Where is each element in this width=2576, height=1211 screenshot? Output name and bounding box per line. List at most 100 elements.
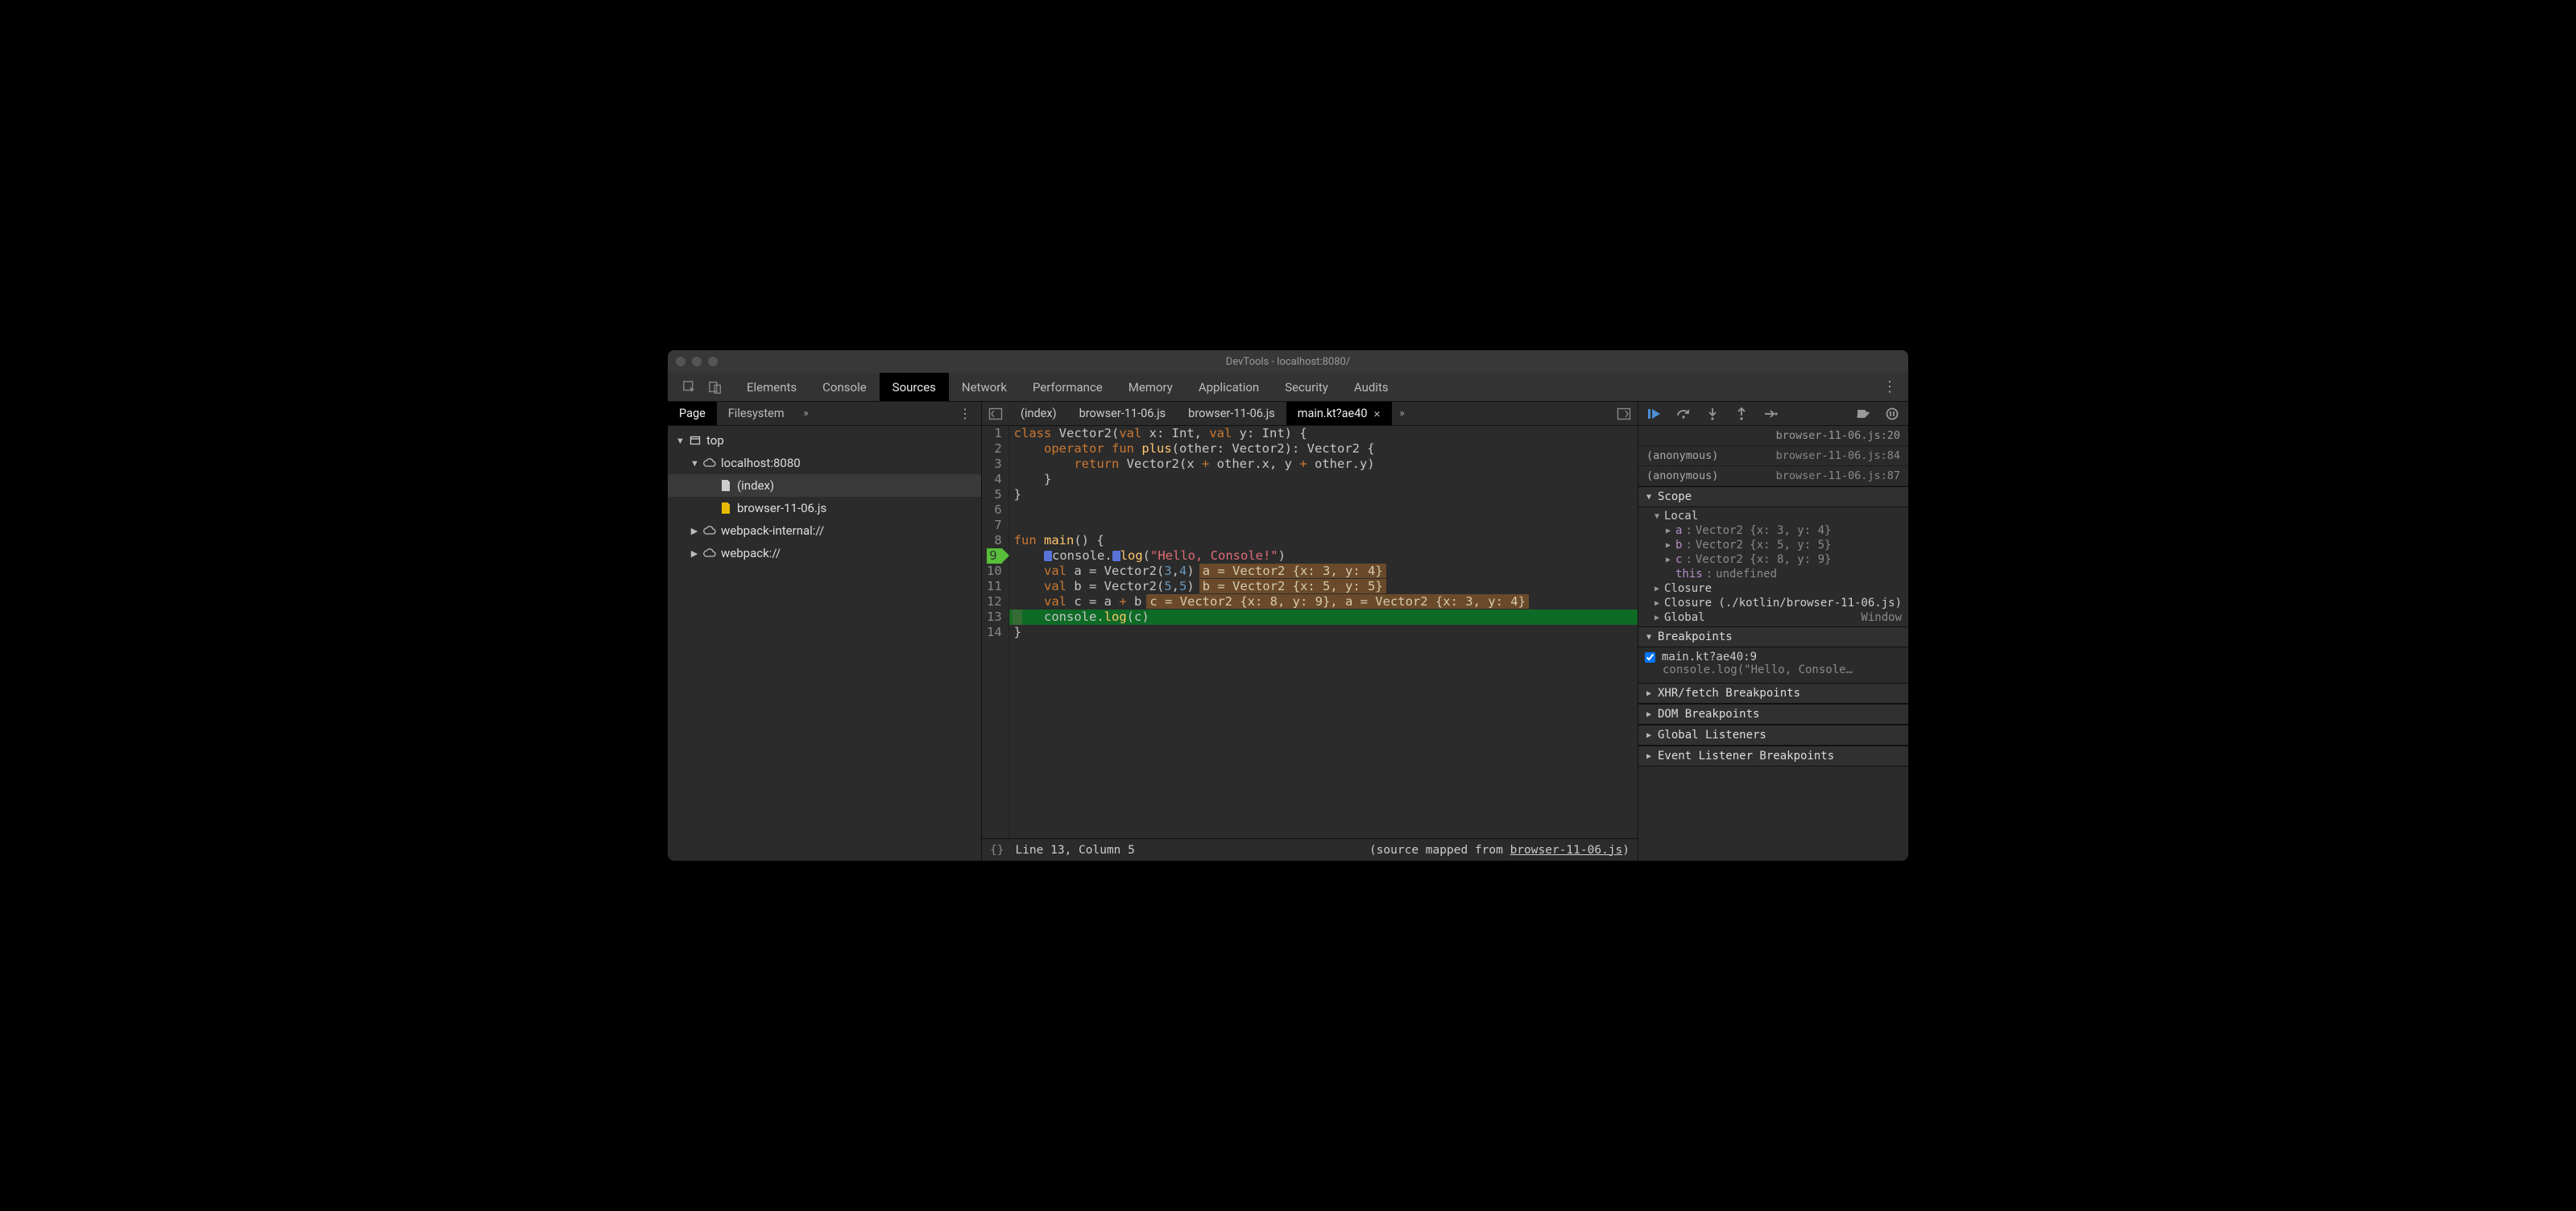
tab-application[interactable]: Application xyxy=(1186,373,1272,401)
tab-label: Sources xyxy=(892,380,936,395)
close-tab-icon[interactable]: × xyxy=(1374,407,1381,421)
scope-label: Local xyxy=(1664,510,1698,523)
tree-host[interactable]: localhost:8080 xyxy=(668,452,981,474)
global-listeners-header[interactable]: Global Listeners xyxy=(1638,725,1908,746)
scope-header[interactable]: Scope xyxy=(1638,486,1908,507)
scope-var[interactable]: c: Vector2 {x: 8, y: 9} xyxy=(1638,552,1908,567)
tab-console[interactable]: Console xyxy=(810,373,880,401)
line-number: 7 xyxy=(987,518,1002,533)
traffic-close[interactable] xyxy=(676,357,685,366)
stack-frame[interactable]: browser-11-06.js:20 xyxy=(1638,426,1908,446)
line-number: 1 xyxy=(987,426,1002,441)
navigator-menu-icon[interactable]: ⋮ xyxy=(949,402,981,425)
pause-on-exceptions-icon[interactable] xyxy=(1884,406,1900,422)
line-number-breakpoint[interactable]: 9 xyxy=(987,548,1002,564)
line-number: 14 xyxy=(987,625,1002,640)
tree-webpack-internal[interactable]: webpack-internal:// xyxy=(668,519,981,542)
code-body[interactable]: class Vector2(val x: Int, val y: Int) { … xyxy=(1009,426,1638,838)
line-number: 10 xyxy=(987,564,1002,579)
debugger-toolbar xyxy=(1638,402,1908,426)
caret-right-icon xyxy=(1664,527,1672,535)
tab-security[interactable]: Security xyxy=(1272,373,1341,401)
traffic-lights[interactable] xyxy=(676,357,718,366)
cloud-icon xyxy=(703,548,716,558)
caret-right-icon xyxy=(1653,585,1661,593)
device-toolbar-icon[interactable] xyxy=(708,380,723,395)
breakpoint-preview: console.log("Hello, Console… xyxy=(1645,663,1853,676)
tab-label: Memory xyxy=(1129,380,1173,395)
subtab-page[interactable]: Page xyxy=(668,402,717,425)
js-file-icon xyxy=(719,502,732,514)
scope-closure2[interactable]: Closure (./kotlin/browser-11-06.js) xyxy=(1638,596,1908,610)
caret-down-icon xyxy=(690,458,698,469)
step-into-icon[interactable] xyxy=(1704,406,1721,422)
breakpoint-item[interactable]: main.kt?ae40:9 xyxy=(1645,651,1902,663)
file-tab-main-kt[interactable]: main.kt?ae40 × xyxy=(1286,402,1392,425)
subtab-label: Page xyxy=(679,407,706,420)
more-subtabs-icon[interactable]: » xyxy=(796,402,817,425)
deactivate-breakpoints-icon[interactable] xyxy=(1855,406,1871,422)
breakpoint-checkbox[interactable] xyxy=(1645,652,1655,663)
tab-performance[interactable]: Performance xyxy=(1020,373,1116,401)
stack-frame[interactable]: (anonymous) browser-11-06.js:84 xyxy=(1638,446,1908,466)
tab-network[interactable]: Network xyxy=(949,373,1020,401)
caret-down-icon xyxy=(1645,633,1653,642)
file-tab-index[interactable]: (index) xyxy=(1009,402,1068,425)
stack-frame[interactable]: (anonymous) browser-11-06.js:87 xyxy=(1638,466,1908,486)
line-number: 6 xyxy=(987,502,1002,518)
tab-label: Elements xyxy=(747,380,797,395)
caret-down-icon xyxy=(676,436,684,446)
inline-value: c = Vector2 {x: 8, y: 9}, a = Vector2 {x… xyxy=(1146,594,1529,609)
caret-right-icon xyxy=(690,548,698,559)
line-number: 2 xyxy=(987,441,1002,457)
stack-location: browser-11-06.js:87 xyxy=(1776,469,1900,482)
tree-index[interactable]: (index) xyxy=(668,474,981,497)
line-gutter[interactable]: 1 2 3 4 5 6 7 8 9 10 11 12 13 14 xyxy=(982,426,1009,838)
dom-breakpoints-header[interactable]: DOM Breakpoints xyxy=(1638,704,1908,725)
source-map-link[interactable]: browser-11-06.js xyxy=(1510,844,1623,857)
code-editor[interactable]: 1 2 3 4 5 6 7 8 9 10 11 12 13 14 class V… xyxy=(982,426,1638,838)
step-over-icon[interactable] xyxy=(1675,406,1692,422)
tree-label: top xyxy=(706,433,724,448)
kebab-menu-icon[interactable]: ⋮ xyxy=(1871,373,1908,401)
xhr-breakpoints-header[interactable]: XHR/fetch Breakpoints xyxy=(1638,683,1908,704)
step-icon[interactable] xyxy=(1762,406,1779,422)
line-number: 13 xyxy=(987,610,1002,625)
nav-toggle-right-icon[interactable] xyxy=(1610,402,1638,425)
nav-toggle-icon[interactable] xyxy=(982,402,1009,425)
scope-closure[interactable]: Closure xyxy=(1638,581,1908,596)
scope-var[interactable]: b: Vector2 {x: 5, y: 5} xyxy=(1638,538,1908,552)
tab-sources[interactable]: Sources xyxy=(880,373,949,401)
tree-label: webpack:// xyxy=(721,546,781,560)
resume-icon[interactable] xyxy=(1646,406,1663,422)
file-tab-js1[interactable]: browser-11-06.js xyxy=(1068,402,1178,425)
inspect-element-icon[interactable] xyxy=(682,380,697,395)
execution-line: console.log(c) xyxy=(1009,610,1638,625)
scope-local[interactable]: Local xyxy=(1638,509,1908,523)
window-icon xyxy=(689,435,702,446)
scope-var[interactable]: a: Vector2 {x: 3, y: 4} xyxy=(1638,523,1908,538)
file-tab-js2[interactable]: browser-11-06.js xyxy=(1177,402,1286,425)
step-out-icon[interactable] xyxy=(1733,406,1750,422)
subtab-filesystem[interactable]: Filesystem xyxy=(717,402,796,425)
more-file-tabs-icon[interactable]: » xyxy=(1392,402,1413,425)
tree-webpack[interactable]: webpack:// xyxy=(668,542,981,564)
cursor-position: Line 13, Column 5 xyxy=(1015,844,1134,857)
tab-elements[interactable]: Elements xyxy=(734,373,810,401)
tab-memory[interactable]: Memory xyxy=(1116,373,1186,401)
scope-global[interactable]: GlobalWindow xyxy=(1638,610,1908,625)
tree-label: localhost:8080 xyxy=(721,456,801,470)
tab-audits[interactable]: Audits xyxy=(1341,373,1402,401)
traffic-minimize[interactable] xyxy=(692,357,702,366)
traffic-zoom[interactable] xyxy=(708,357,718,366)
pretty-print-icon[interactable]: {} xyxy=(990,844,1004,857)
file-tab-label: browser-11-06.js xyxy=(1188,407,1275,420)
line-number: 11 xyxy=(987,579,1002,594)
event-listener-breakpoints-header[interactable]: Event Listener Breakpoints xyxy=(1638,746,1908,767)
tree-label: browser-11-06.js xyxy=(737,501,826,515)
tree-top[interactable]: top xyxy=(668,429,981,452)
tree-jsfile[interactable]: browser-11-06.js xyxy=(668,497,981,519)
stack-fn: (anonymous) xyxy=(1646,449,1718,462)
breakpoints-header[interactable]: Breakpoints xyxy=(1638,626,1908,647)
sources-navigator: Page Filesystem » ⋮ top xyxy=(668,402,982,861)
